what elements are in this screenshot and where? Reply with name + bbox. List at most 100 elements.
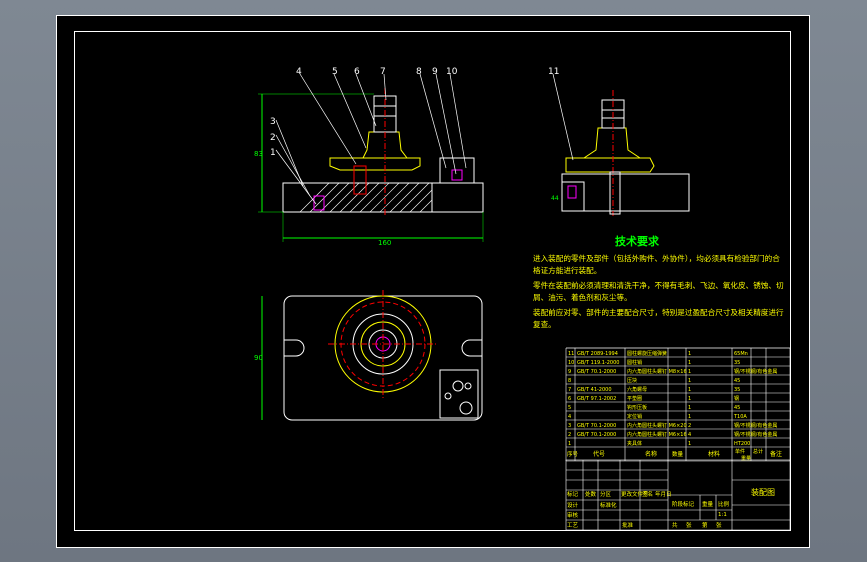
balloon-10: 10: [446, 67, 458, 77]
bom-row-code: GB/T 97.1-2002: [577, 396, 616, 402]
bom-row-qty: 1: [688, 414, 691, 420]
bom-row-name: 夹具体: [627, 440, 642, 447]
bom-row-qty: 2: [688, 423, 691, 429]
tb-std: 标准化: [600, 501, 617, 509]
bom-row-name: 定位销: [627, 413, 642, 420]
bom-row-material: 45: [734, 378, 740, 384]
tb-scale-value: 1:1: [718, 512, 727, 518]
bom-head-weight: 重量: [741, 455, 751, 462]
bom-row-material: 钢/不锈钢/有色金属: [734, 422, 777, 429]
bom-row-name: 压块: [627, 377, 637, 384]
bom-row-no: 11: [568, 351, 574, 357]
bom-row-material: 35: [734, 387, 740, 393]
bom-row-no: 3: [568, 423, 571, 429]
tb-mark: 标记: [567, 490, 579, 498]
tech-line-1: 进入装配的零件及部件（包括外购件、外协件），均必须具有检验部门的合: [533, 253, 780, 263]
bom-row-material: 35: [734, 360, 740, 366]
bom-row-qty: 1: [688, 396, 691, 402]
tb-design: 设计: [567, 501, 579, 509]
bom-row-no: 10: [568, 360, 574, 366]
dim-width-text: 160: [378, 239, 391, 247]
balloon-2: 2: [270, 133, 276, 143]
tech-line-3: 零件在装配前必须清理和清洗干净，不得有毛刺、飞边、氧化皮、锈蚀、切: [533, 280, 784, 290]
bom-row-material: 65Mn: [734, 351, 748, 357]
bom-row-code: GB/T 70.1-2000: [577, 369, 616, 375]
dim-height-text: 83: [254, 150, 263, 158]
bom-row-name: 平垫圈: [627, 395, 642, 402]
bom-row-qty: 4: [688, 432, 691, 438]
bom-head-no: 序号: [567, 450, 579, 458]
bom-row-code: GB/T 2089-1994: [577, 351, 618, 357]
bom-row-qty: 1: [688, 360, 691, 366]
tech-line-4: 屑、油污、着色剂和灰尘等。: [533, 292, 632, 302]
bom-row-material: HT200: [734, 441, 750, 447]
tb-sheet-no: 第: [702, 521, 708, 529]
bom-row-material: T10A: [733, 414, 747, 420]
bom-row-code: GB/T 41-2000: [577, 387, 612, 393]
bom-row-name: 圆柱螺旋压缩弹簧: [627, 350, 667, 357]
tb-process: 工艺: [567, 522, 579, 529]
bom-row-material: 钢/不锈钢/有色金属: [734, 431, 777, 438]
bom-head-note: 备注: [770, 450, 782, 458]
drawing-name: 装配图: [751, 487, 775, 497]
balloon-7: 7: [380, 67, 386, 77]
tb-sheet: 张: [716, 521, 722, 529]
tb-stage: 阶段标记: [672, 500, 695, 508]
bom-head-total: 总计: [753, 448, 763, 455]
balloon-6: 6: [354, 67, 360, 77]
bom-row-qty: 1: [688, 441, 691, 447]
bom-row-material: 钢/不锈钢/有色金属: [734, 368, 777, 375]
tb-approve: 批准: [622, 521, 634, 529]
balloon-3: 3: [270, 117, 276, 127]
bom-head-material: 材料: [708, 450, 720, 458]
bom-row-qty: 1: [688, 369, 691, 375]
bom-row-name: 内六角圆柱头螺钉 M8×16: [627, 368, 687, 375]
bom-row-code: GB/T 70.1-2000: [577, 432, 616, 438]
plan-dim-text: 90: [254, 354, 263, 362]
bom-row-code: GB/T 70.1-2000: [577, 423, 616, 429]
bom-row-no: 7: [568, 387, 571, 393]
bom-row-qty: 1: [688, 405, 691, 411]
balloon-11: 11: [548, 67, 559, 77]
tb-scale: 比例: [718, 500, 730, 508]
tb-review: 审核: [567, 511, 579, 519]
tb-weight: 重量: [702, 500, 714, 508]
balloon-4: 4: [296, 67, 302, 77]
tech-title: 技术要求: [615, 234, 660, 248]
bom-row-material: 钢: [734, 395, 739, 402]
bom-row-no: 1: [568, 441, 571, 447]
cad-viewport[interactable]: 1 2 3 4 5 6 7 8 9 10 11 83 160 44 90 技术要…: [0, 0, 867, 562]
bom-row-name: 内六角圆柱头螺钉 M6×16: [627, 431, 687, 438]
tech-line-2: 格证方能进行装配。: [533, 265, 601, 275]
bom-row-name: 内六角圆柱头螺钉 M6×20: [627, 422, 687, 429]
bom-row-qty: 1: [688, 378, 691, 384]
bom-row-code: GB/T 119.1-2000: [577, 360, 619, 366]
tb-count: 处数: [585, 490, 597, 498]
bom-head-qty: 数量: [672, 450, 684, 458]
bom-row-material: 45: [734, 405, 740, 411]
bom-head-code: 代号: [593, 450, 605, 458]
tb-total: 共: [672, 521, 678, 529]
bom-row-name: 六角螺母: [627, 386, 647, 393]
balloon-1: 1: [270, 148, 276, 158]
balloon-8: 8: [416, 67, 422, 77]
bom-row-no: 9: [568, 369, 571, 375]
bom-row-no: 5: [568, 405, 571, 411]
bom-row-no: 8: [568, 378, 571, 384]
tb-date: 年月日: [655, 490, 672, 498]
tb-sheets: 张: [686, 521, 692, 529]
bom-row-qty: 1: [688, 387, 691, 393]
bom-row-no: 6: [568, 396, 571, 402]
bom-head-name: 名称: [645, 450, 657, 458]
drawing-sheet: 1 2 3 4 5 6 7 8 9 10 11 83 160 44 90 技术要…: [56, 15, 810, 548]
balloon-9: 9: [432, 67, 438, 77]
bom-row-qty: 1: [688, 351, 691, 357]
bom-row-name: 圆柱销: [627, 359, 642, 366]
tech-line-6: 复查。: [533, 319, 556, 329]
tech-line-5: 装配前应对零、部件的主要配合尺寸，特别是过盈配合尺寸及相关精度进行: [533, 307, 784, 317]
bom-row-no: 4: [568, 414, 571, 420]
bom-row-no: 2: [568, 432, 571, 438]
tb-sign: 签名: [642, 490, 653, 498]
bom-head-unit: 单件: [735, 448, 745, 455]
balloon-5: 5: [332, 67, 338, 77]
